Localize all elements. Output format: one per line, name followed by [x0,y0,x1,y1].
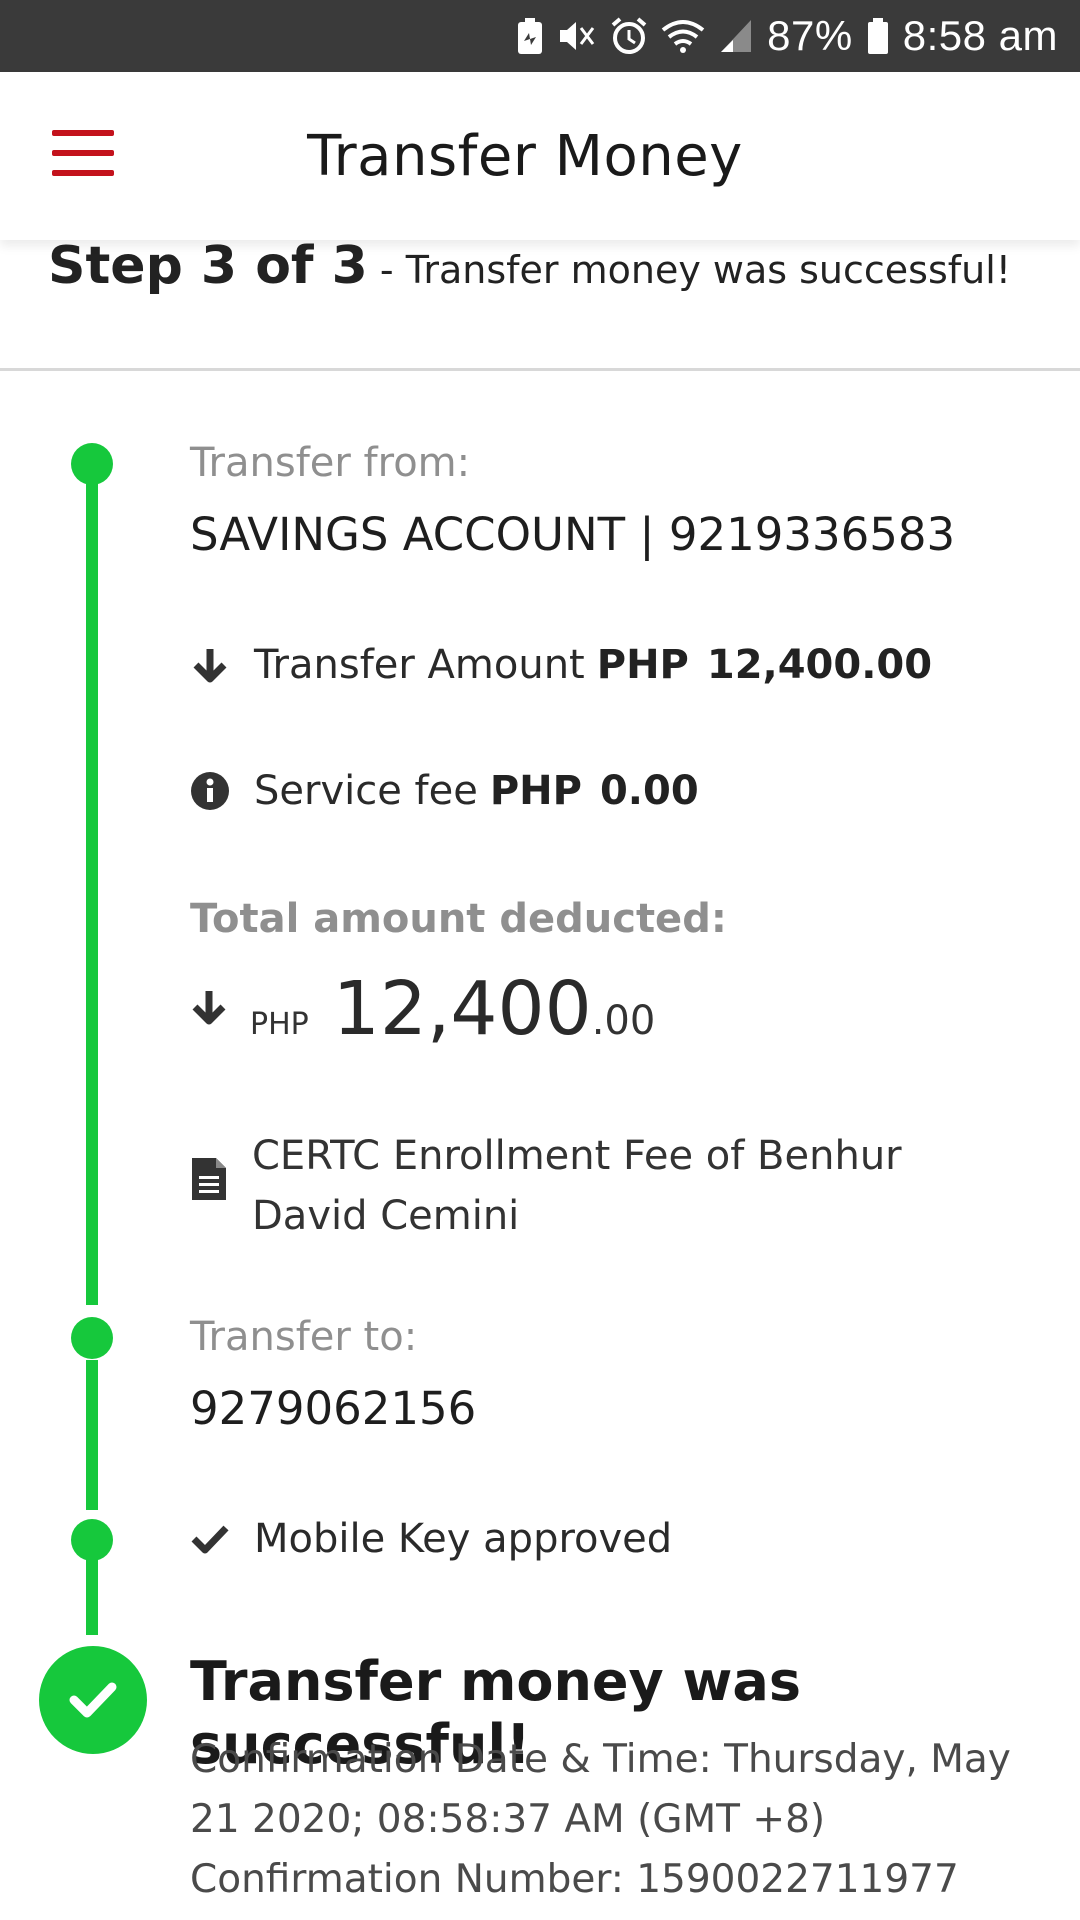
total-amount-label: Total amount deducted: [190,896,727,942]
transfer-from-account: SAVINGS ACCOUNT | 9219336583 [190,508,956,561]
remarks-text: CERTC Enrollment Fee of Benhur David Cem… [252,1133,902,1239]
mute-vibrate-icon [557,18,597,54]
transfer-amount-row: Transfer Amount PHP 12,400.00 [190,642,932,688]
transfer-amount-currency: PHP [596,642,689,688]
battery-icon [867,17,889,55]
service-fee-row: Service fee PHP 0.00 [190,768,699,814]
confirmation-number: Confirmation Number: 1590022711977 [190,1857,959,1902]
mobile-key-label: Mobile Key approved [254,1516,673,1562]
status-bar: 87% 8:58 am [0,0,1080,72]
timeline-line [86,470,98,1305]
transfer-to-label: Transfer to: [190,1314,418,1360]
transfer-amount-value: 12,400.00 [706,642,933,688]
divider [0,368,1080,371]
service-fee-value: 0.00 [599,768,699,814]
document-icon [190,1126,228,1219]
transfer-to-number: 9279062156 [190,1382,477,1435]
arrow-down-icon [190,645,230,685]
timeline-dot [71,1317,113,1359]
timeline-line [86,1560,98,1635]
success-check-icon [39,1646,147,1754]
service-fee-label: Service fee [254,768,478,814]
status-time: 8:58 am [902,12,1058,59]
signal-icon [719,18,753,54]
arrow-down-icon [190,988,228,1030]
timeline-dot [71,1519,113,1561]
confirmation-details: Confirmation Date & Time: Thursday, May … [190,1730,1050,1910]
page-title: Transfer Money [307,123,743,189]
step-label: Step 3 of 3 [48,236,368,296]
alarm-icon [611,17,647,55]
total-whole: 12,400 [332,966,592,1052]
info-icon [190,771,230,811]
check-icon [190,1519,230,1559]
total-decimal: .00 [591,998,656,1044]
step-indicator: Step 3 of 3 - Transfer money was success… [48,236,1011,296]
timeline-line [86,1360,98,1510]
transfer-from-label: Transfer from: [190,440,471,486]
confirmation-date: Confirmation Date & Time: Thursday, May … [190,1737,1011,1842]
step-message: - Transfer money was successful! [379,248,1012,292]
total-amount: PHP 12,400 .00 [190,966,655,1052]
service-fee-currency: PHP [489,768,582,814]
battery-percentage: 87% [767,12,853,59]
battery-saver-icon [517,17,543,55]
remarks-row: CERTC Enrollment Fee of Benhur David Cem… [190,1126,1010,1246]
wifi-icon [661,18,705,54]
app-header: Transfer Money [0,72,1080,240]
timeline-dot [71,443,113,485]
transfer-amount-label: Transfer Amount [254,642,585,688]
mobile-key-row: Mobile Key approved [190,1516,672,1562]
total-currency: PHP [250,1007,309,1042]
